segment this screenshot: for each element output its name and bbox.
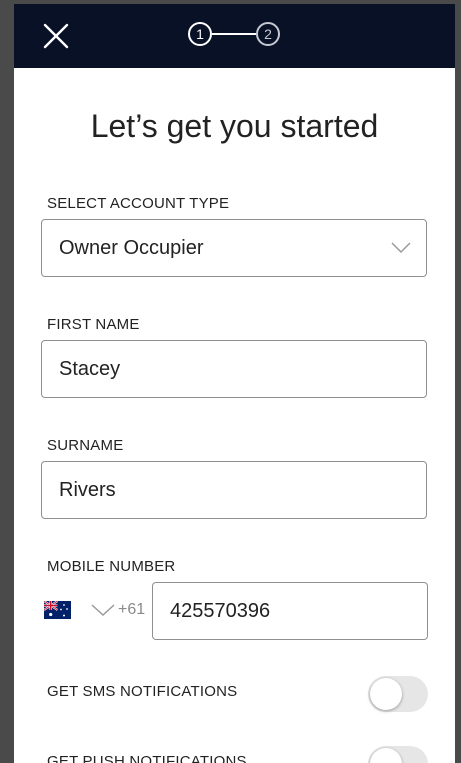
step-2-indicator: 2 [256,22,280,46]
step-connector [212,33,256,35]
mobile-number-input[interactable] [170,583,410,639]
toggle-knob [370,748,402,763]
progress-stepper: 1 2 [186,21,282,51]
close-button[interactable] [36,16,76,56]
country-chevron-down-icon[interactable] [91,604,115,617]
step-1-indicator: 1 [188,22,212,46]
push-notifications-toggle[interactable] [368,746,428,763]
sms-notifications-toggle[interactable] [368,676,428,712]
australia-flag-icon [44,601,71,619]
surname-label: SURNAME [47,437,124,454]
account-type-value: Owner Occupier [59,237,204,259]
top-bar: 1 2 [14,4,455,68]
close-icon [43,23,69,49]
toggle-knob [370,678,402,710]
mobile-number-label: MOBILE NUMBER [47,558,176,575]
country-code-prefix: +61 [118,601,146,618]
mobile-number-field-box [152,582,428,640]
surname-field-box [41,461,427,519]
page-title: Let’s get you started [90,108,379,144]
push-notifications-label: GET PUSH NOTIFICATIONS [47,753,247,763]
first-name-input[interactable] [59,341,399,397]
account-type-select[interactable]: Owner Occupier [41,219,427,277]
chevron-down-icon [391,242,411,254]
account-type-label: SELECT ACCOUNT TYPE [47,195,230,212]
first-name-field-box [41,340,427,398]
signup-screen: 1 2 Let’s get you started SELECT ACCOUNT… [14,4,455,763]
sms-notifications-label: GET SMS NOTIFICATIONS [47,683,238,700]
surname-input[interactable] [59,462,399,518]
first-name-label: FIRST NAME [47,316,140,333]
